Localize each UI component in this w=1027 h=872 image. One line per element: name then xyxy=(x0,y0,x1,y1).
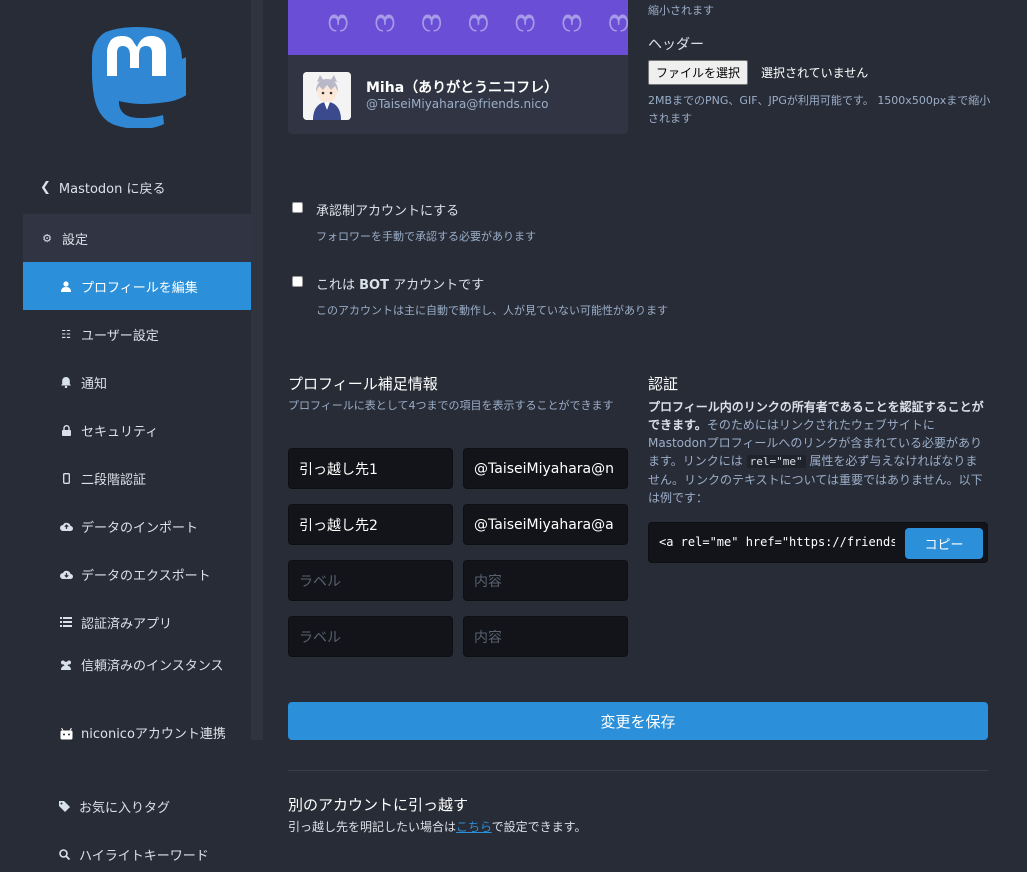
profile-preview-card: ෆ ෆ ෆ ෆ ෆ ෆ ෆ ෆ Miha（ありがとうニコフレ） @TaiseiM… xyxy=(288,0,628,134)
verification-text: プロフィール内のリンクの所有者であることを認証することができます。そのためにはリ… xyxy=(648,398,988,507)
profile-display-name: Miha（ありがとうニコフレ） xyxy=(366,80,559,96)
nav-item-niconico-link[interactable]: niconicoアカウント連携 xyxy=(23,714,251,782)
settings-nav: ⚙ 設定 プロフィールを編集 ☷ ユーザー設定 通知 セキュリティ 二段階認証 … xyxy=(23,214,251,872)
nav-item-label: 通知 xyxy=(81,376,108,392)
move-account-text: 引っ越し先を明記したい場合はこちらで設定できます。 xyxy=(288,818,586,835)
list-icon xyxy=(59,617,73,627)
section-divider xyxy=(288,770,988,771)
nav-settings-label: 設定 xyxy=(62,232,89,248)
move-account-title: 別のアカウントに引っ越す xyxy=(288,796,469,814)
header-size-hint: 2MBまでのPNG、GIF、JPGが利用可能です。 1500x500pxまで縮小… xyxy=(648,94,991,125)
nav-item-authorized-apps[interactable]: 認証済みアプリ xyxy=(23,598,251,646)
avatar-size-hint: 縮小されます xyxy=(648,4,714,17)
profile-fields-title: プロフィール補足情報 xyxy=(288,375,438,393)
bot-label-pre: これは xyxy=(316,278,360,293)
back-to-mastodon-link[interactable]: ❮ Mastodon に戻る xyxy=(40,178,166,197)
bot-label-bold: BOT xyxy=(359,278,389,293)
move-account-link[interactable]: こちら xyxy=(456,820,492,834)
user-icon xyxy=(59,280,73,292)
field-value-input[interactable]: 内容 xyxy=(463,560,628,601)
chevron-left-icon: ❮ xyxy=(40,180,51,195)
nav-item-label: プロフィールを編集 xyxy=(81,280,198,296)
bot-account-label[interactable]: これは BOT アカウントです xyxy=(316,274,484,293)
nav-item-trusted-instances[interactable]: 信頼済みのインスタンス xyxy=(23,646,251,714)
field-label-input[interactable]: ラベル xyxy=(288,560,453,601)
mobile-icon xyxy=(59,472,73,484)
nav-item-export[interactable]: データのエクスポート xyxy=(23,550,251,598)
bell-icon xyxy=(59,376,73,388)
avatar xyxy=(303,72,351,120)
nav-item-preferences[interactable]: ☷ ユーザー設定 xyxy=(23,310,251,358)
header-upload-label: ヘッダー xyxy=(648,37,704,53)
copy-button[interactable]: コピー xyxy=(905,528,983,559)
profile-header-image: ෆ ෆ ෆ ෆ ෆ ෆ ෆ ෆ xyxy=(288,0,628,55)
rel-me-code: rel="me" xyxy=(746,455,806,468)
nav-item-label: お気に入りタグ xyxy=(79,800,171,816)
field-label-input[interactable]: 引っ越し先2 xyxy=(288,504,453,545)
field-value-input[interactable]: @TaiseiMiyahara@a xyxy=(463,504,628,545)
locked-account-label[interactable]: 承認制アカウントにする xyxy=(316,200,459,219)
niconico-icon xyxy=(59,728,73,740)
verification-code-box: <a rel="me" href="https://friends.nico/@… xyxy=(648,522,988,563)
main-content: ෆ ෆ ෆ ෆ ෆ ෆ ෆ ෆ Miha（ありがとうニコフレ） @TaiseiM… xyxy=(263,0,1027,872)
nav-item-highlight-keywords[interactable]: ハイライトキーワード xyxy=(23,830,251,872)
bot-account-checkbox[interactable] xyxy=(292,276,303,287)
nav-item-label: 二段階認証 xyxy=(81,472,147,488)
lock-icon xyxy=(59,424,73,436)
bot-account-hint: このアカウントは主に自動で動作し、人が見ていない可能性があります xyxy=(316,304,668,317)
tag-icon xyxy=(57,800,71,812)
profile-fields-hint: プロフィールに表として4つまでの項目を表示することができます xyxy=(288,399,614,412)
search-icon xyxy=(57,848,71,860)
nav-item-security[interactable]: セキュリティ xyxy=(23,406,251,454)
header-file-status: 選択されていません xyxy=(761,66,869,80)
sliders-icon: ☷ xyxy=(61,327,71,341)
nav-item-label: ハイライトキーワード xyxy=(79,848,209,864)
nav-item-import[interactable]: データのインポート xyxy=(23,502,251,550)
verification-title: 認証 xyxy=(648,375,679,393)
nav-item-label: 認証済みアプリ xyxy=(81,616,173,632)
nav-item-label: セキュリティ xyxy=(81,424,159,440)
nav-item-notifications[interactable]: 通知 xyxy=(23,358,251,406)
field-label-input[interactable]: ラベル xyxy=(288,616,453,657)
field-value-input[interactable]: @TaiseiMiyahara@n xyxy=(463,448,628,489)
nav-item-edit-profile[interactable]: プロフィールを編集 xyxy=(23,262,251,310)
nav-item-favourite-tags[interactable]: お気に入りタグ xyxy=(23,782,251,830)
sidebar-scrollbar[interactable] xyxy=(251,0,263,740)
nav-item-label: niconicoアカウント連携 xyxy=(81,727,226,742)
nav-item-label: データのインポート xyxy=(81,520,199,536)
users-icon xyxy=(59,660,73,670)
profile-handle: @TaiseiMiyahara@friends.nico xyxy=(366,97,549,111)
cloud-download-icon xyxy=(59,569,73,579)
locked-account-hint: フォロワーを手動で承認する必要があります xyxy=(316,230,536,243)
cloud-upload-icon xyxy=(59,521,73,531)
nav-item-two-factor[interactable]: 二段階認証 xyxy=(23,454,251,502)
header-file-button[interactable]: ファイルを選択 xyxy=(648,60,749,85)
move-text-pre: 引っ越し先を明記したい場合は xyxy=(288,820,457,834)
locked-account-checkbox[interactable] xyxy=(292,202,303,213)
field-value-input[interactable]: 内容 xyxy=(463,616,628,657)
nav-item-label: ユーザー設定 xyxy=(81,328,159,344)
nav-item-label: データのエクスポート xyxy=(81,568,211,584)
field-label-input[interactable]: 引っ越し先1 xyxy=(288,448,453,489)
move-text-post: で設定できます。 xyxy=(491,820,587,834)
nav-item-label: 信頼済みのインスタンス xyxy=(81,659,224,674)
save-changes-button[interactable]: 変更を保存 xyxy=(288,702,988,740)
nav-settings[interactable]: ⚙ 設定 xyxy=(23,214,251,262)
back-link-label: Mastodon に戻る xyxy=(58,182,166,197)
gear-icon: ⚙ xyxy=(42,231,52,245)
verification-code-sample[interactable]: <a rel="me" href="https://friends.nico/@… xyxy=(659,535,895,549)
mastodon-logo[interactable] xyxy=(88,26,186,128)
bot-label-post: アカウントです xyxy=(388,278,485,293)
